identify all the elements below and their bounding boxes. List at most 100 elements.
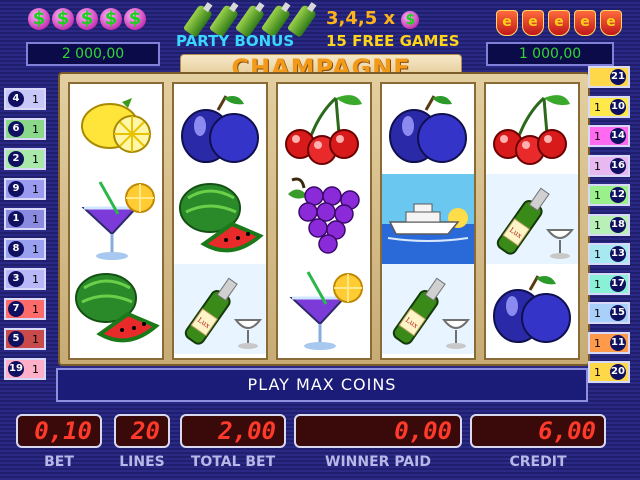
payline-marker-8[interactable]: 81 [4, 238, 46, 260]
medal-icon: e [496, 10, 518, 36]
payline-number: 11 [610, 334, 626, 351]
bet-label: BET [44, 454, 74, 470]
medal-icon: e [548, 10, 570, 36]
payline-number: 16 [610, 157, 626, 174]
payline-marker-4[interactable]: 41 [4, 88, 46, 110]
payline-number: 2 [8, 151, 24, 167]
payline-bet: 1 [594, 277, 601, 291]
dollar-icons: $ $ $ $ $ [28, 8, 146, 30]
payline-marker-9[interactable]: 91 [4, 178, 46, 200]
payline-marker-7[interactable]: 71 [4, 298, 46, 320]
medal-icon: e [574, 10, 596, 36]
credit-meter: 6,00 [470, 414, 606, 448]
winner-paid-label: WINNER PAID [325, 454, 431, 470]
medal-icons: e e e e e [496, 10, 622, 36]
payline-bet: 1 [32, 93, 39, 106]
payline-marker-21[interactable]: 21 [588, 66, 630, 88]
champagne-icon: Lux [174, 264, 266, 354]
plum-icon [382, 84, 474, 174]
dollar-icon: $ [124, 8, 146, 30]
payline-bet: 1 [594, 100, 601, 114]
payline-marker-17[interactable]: 17 1 [588, 272, 630, 295]
payline-bet: 1 [32, 123, 39, 136]
payline-marker-19[interactable]: 19 1 [4, 358, 46, 380]
payline-bet: 1 [594, 336, 601, 350]
free-games-multiplier: 3,4,5 x $ [326, 8, 420, 29]
payline-bet: 1 [32, 243, 39, 256]
bet-meter[interactable]: 0,10 [16, 414, 102, 448]
payline-number: 12 [610, 187, 626, 203]
cocktail-icon [278, 264, 370, 354]
payline-number: 20 [610, 364, 626, 380]
payline-bet: 1 [32, 213, 39, 226]
plum-icon [174, 84, 266, 174]
payline-marker-10[interactable]: 10 1 [588, 95, 630, 118]
payline-marker-6[interactable]: 61 [4, 118, 46, 140]
cocktail-icon [70, 174, 162, 264]
payline-bet: 1 [32, 273, 39, 286]
payline-bet: 1 [32, 153, 39, 166]
payline-bet: 1 [32, 363, 39, 376]
medal-icon: e [522, 10, 544, 36]
payline-number: 7 [8, 301, 24, 317]
champagne-icon: Lux [486, 174, 578, 264]
credit-label: CREDIT [509, 454, 567, 470]
payline-marker-18[interactable]: 18 1 [588, 213, 630, 236]
payline-marker-13[interactable]: 13 1 [588, 243, 630, 265]
reel-5: Lux [484, 82, 580, 360]
payline-marker-2[interactable]: 21 [4, 148, 46, 170]
payline-number: 3 [8, 271, 24, 287]
payline-bet: 1 [594, 159, 601, 173]
payline-marker-1[interactable]: 11 [4, 208, 46, 230]
lines-meter[interactable]: 20 [114, 414, 170, 448]
dollar-icon: $ [401, 11, 420, 29]
payline-bet: 1 [594, 248, 601, 261]
yacht-icon [382, 174, 474, 264]
payline-bet: 1 [32, 183, 39, 196]
grapes-icon [278, 174, 370, 264]
payline-marker-5[interactable]: 51 [4, 328, 46, 350]
payline-marker-20[interactable]: 20 1 [588, 361, 630, 383]
payline-bet: 1 [594, 189, 601, 202]
payline-number: 8 [8, 241, 24, 257]
watermelon-icon [174, 174, 266, 264]
payline-number: 14 [610, 128, 626, 144]
reel-frame: Lux Lux Lux [58, 72, 590, 366]
payline-number: 4 [8, 91, 24, 107]
payline-number: 13 [610, 246, 626, 262]
cherries-icon [278, 84, 370, 174]
payline-marker-15[interactable]: 15 1 [588, 302, 630, 324]
payline-marker-16[interactable]: 16 1 [588, 154, 630, 177]
party-bonus-label: PARTY BONUS [176, 32, 295, 50]
payline-marker-11[interactable]: 11 1 [588, 331, 630, 354]
payline-marker-3[interactable]: 31 [4, 268, 46, 290]
free-games-label: 15 FREE GAMES [326, 32, 460, 50]
winner-paid-meter: 0,00 [294, 414, 462, 448]
payline-bet: 1 [32, 333, 39, 346]
message-bar: PLAY MAX COINS [56, 368, 588, 402]
left-jackpot-display: 2 000,00 [26, 42, 160, 66]
payline-bet: 1 [594, 130, 601, 143]
payline-number: 17 [610, 275, 626, 292]
lemon-icon [70, 84, 162, 174]
lines-label: LINES [119, 454, 165, 470]
payline-number: 5 [8, 331, 24, 347]
reel-1 [68, 82, 164, 360]
payline-number: 1 [8, 211, 24, 227]
payline-bet: 1 [594, 366, 601, 379]
payline-number: 15 [610, 305, 626, 321]
total-bet-label: TOTAL BET [190, 454, 276, 470]
dollar-icon: $ [100, 8, 122, 30]
payline-number: 10 [610, 98, 626, 115]
right-jackpot-display: 1 000,00 [486, 42, 614, 66]
payline-marker-14[interactable]: 14 1 [588, 125, 630, 147]
medal-icon: e [600, 10, 622, 36]
payline-bet: 1 [594, 218, 601, 232]
reel-3 [276, 82, 372, 360]
payline-number: 21 [610, 69, 626, 85]
multiplier-text: 3,4,5 x [326, 8, 396, 29]
payline-bet: 1 [32, 303, 39, 316]
payline-marker-12[interactable]: 12 1 [588, 184, 630, 206]
dollar-icon: $ [28, 8, 50, 30]
payline-number: 6 [8, 121, 24, 137]
